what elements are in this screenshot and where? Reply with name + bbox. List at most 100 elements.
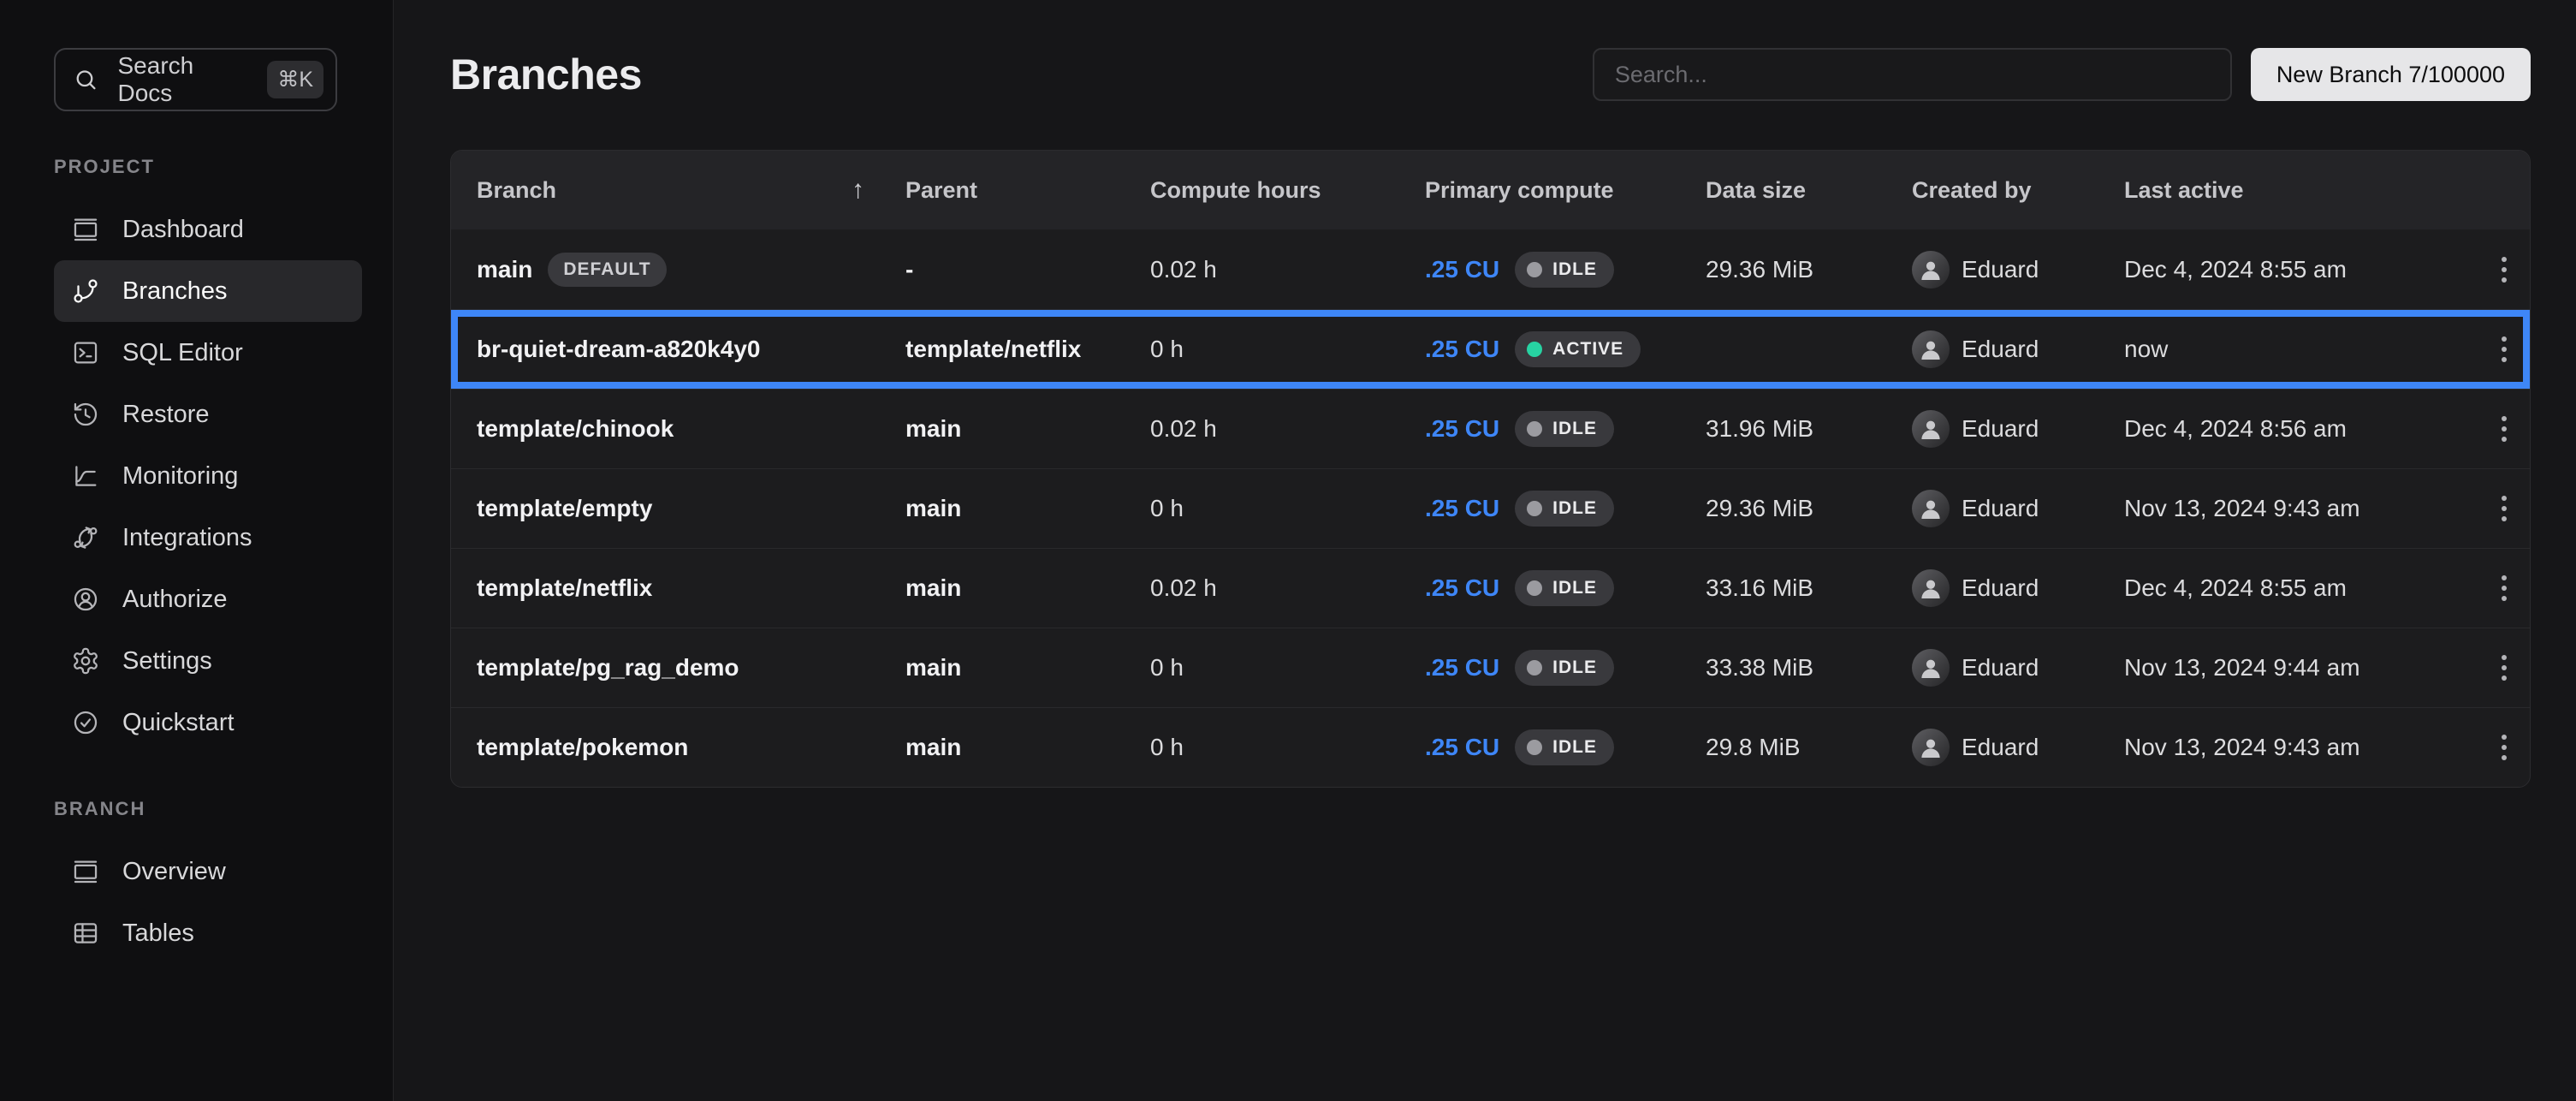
parent-branch: main [905, 654, 961, 681]
branch-name: template/empty [477, 495, 652, 522]
row-menu-button[interactable] [2484, 647, 2525, 688]
row-menu-button[interactable] [2484, 408, 2525, 449]
monitoring-icon [71, 461, 100, 491]
compute-hours: 0 h [1150, 734, 1425, 761]
column-header-created-by[interactable]: Created by [1912, 177, 2124, 204]
compute-units-link[interactable]: .25 CU [1425, 734, 1499, 761]
table-header-row: Branch ↑ Parent Compute hours Primary co… [451, 151, 2530, 229]
avatar [1912, 251, 1950, 289]
compute-units-link[interactable]: .25 CU [1425, 336, 1499, 363]
overview-icon [71, 857, 100, 886]
table-row[interactable]: template/chinook main 0.02 h .25 CU IDLE… [451, 389, 2530, 468]
table-row[interactable]: template/pg_rag_demo main 0 h .25 CU IDL… [451, 628, 2530, 707]
table-row[interactable]: template/empty main 0 h .25 CU IDLE 29.3… [451, 468, 2530, 548]
last-active: Nov 13, 2024 9:43 am [2124, 495, 2477, 522]
last-active: Dec 4, 2024 8:55 am [2124, 256, 2477, 283]
compute-hours: 0 h [1150, 654, 1425, 681]
column-header-data-size[interactable]: Data size [1706, 177, 1912, 204]
status-badge: ACTIVE [1515, 331, 1641, 367]
dashboard-icon [71, 215, 100, 244]
avatar [1912, 330, 1950, 368]
status-label: IDLE [1552, 498, 1597, 519]
search-docs-button[interactable]: Search Docs ⌘K [54, 48, 337, 111]
column-header-last-active[interactable]: Last active [2124, 177, 2477, 204]
table-row[interactable]: template/netflix main 0.02 h .25 CU IDLE… [451, 548, 2530, 628]
sql-editor-icon [71, 338, 100, 367]
sidebar-item-settings[interactable]: Settings [54, 630, 362, 692]
row-menu-button[interactable] [2484, 249, 2525, 290]
status-label: IDLE [1552, 259, 1597, 280]
page-title: Branches [450, 50, 642, 99]
branch-nav: Overview Tables [54, 841, 362, 964]
sidebar-item-monitoring[interactable]: Monitoring [54, 445, 362, 507]
sort-ascending-icon[interactable]: ↑ [852, 176, 864, 205]
table-row[interactable]: br-quiet-dream-a820k4y0 template/netflix… [451, 309, 2530, 389]
new-branch-button[interactable]: New Branch 7/100000 [2251, 48, 2531, 101]
compute-hours: 0 h [1150, 336, 1425, 363]
avatar [1912, 729, 1950, 766]
row-menu-button[interactable] [2484, 329, 2525, 370]
sidebar-item-restore[interactable]: Restore [54, 384, 362, 445]
row-menu-button[interactable] [2484, 488, 2525, 529]
table-row[interactable]: main DEFAULT - 0.02 h .25 CU IDLE 29.36 … [451, 229, 2530, 309]
status-dot [1527, 580, 1542, 596]
last-active: Nov 13, 2024 9:43 am [2124, 734, 2477, 761]
status-label: IDLE [1552, 737, 1597, 758]
sidebar-item-integrations[interactable]: Integrations [54, 507, 362, 568]
sidebar-item-overview[interactable]: Overview [54, 841, 362, 902]
compute-hours: 0.02 h [1150, 415, 1425, 443]
sidebar-item-authorize[interactable]: Authorize [54, 568, 362, 630]
sidebar-item-sql-editor[interactable]: SQL Editor [54, 322, 362, 384]
status-label: IDLE [1552, 419, 1597, 439]
restore-icon [71, 400, 100, 429]
column-header-primary-compute[interactable]: Primary compute [1425, 177, 1706, 204]
kebab-icon [2502, 496, 2507, 501]
created-by: Eduard [1962, 256, 2039, 283]
status-dot [1527, 342, 1542, 357]
parent-branch: template/netflix [905, 336, 1081, 363]
compute-units-link[interactable]: .25 CU [1425, 495, 1499, 522]
branch-name: template/chinook [477, 415, 674, 443]
created-by: Eduard [1962, 654, 2039, 681]
main-content: Branches New Branch 7/100000 Branch ↑ Pa… [394, 0, 2576, 1101]
search-icon [73, 66, 99, 93]
column-header-parent[interactable]: Parent [905, 177, 1150, 204]
avatar [1912, 569, 1950, 607]
kebab-icon [2502, 655, 2507, 660]
status-badge: IDLE [1515, 252, 1614, 288]
compute-units-link[interactable]: .25 CU [1425, 415, 1499, 443]
column-header-branch[interactable]: Branch ↑ [451, 176, 905, 205]
integrations-icon [71, 523, 100, 552]
sidebar-item-branches[interactable]: Branches [54, 260, 362, 322]
compute-units-link[interactable]: .25 CU [1425, 574, 1499, 602]
status-dot [1527, 501, 1542, 516]
tables-icon [71, 919, 100, 948]
compute-units-link[interactable]: .25 CU [1425, 654, 1499, 681]
status-label: IDLE [1552, 658, 1597, 678]
last-active: now [2124, 336, 2477, 363]
quickstart-icon [71, 708, 100, 737]
authorize-icon [71, 585, 100, 614]
compute-units-link[interactable]: .25 CU [1425, 256, 1499, 283]
status-badge: IDLE [1515, 650, 1614, 686]
table-row[interactable]: template/pokemon main 0 h .25 CU IDLE 29… [451, 707, 2530, 787]
project-section-label: PROJECT [54, 156, 393, 178]
row-menu-button[interactable] [2484, 727, 2525, 768]
compute-hours: 0.02 h [1150, 256, 1425, 283]
settings-icon [71, 646, 100, 675]
sidebar-item-quickstart[interactable]: Quickstart [54, 692, 362, 753]
parent-branch: main [905, 734, 961, 761]
sidebar-item-dashboard[interactable]: Dashboard [54, 199, 362, 260]
created-by: Eduard [1962, 336, 2039, 363]
status-dot [1527, 421, 1542, 437]
branch-search-input[interactable] [1593, 48, 2232, 101]
kebab-icon [2502, 416, 2507, 421]
branch-section-label: BRANCH [54, 798, 393, 820]
status-dot [1527, 740, 1542, 755]
row-menu-button[interactable] [2484, 568, 2525, 609]
column-header-compute-hours[interactable]: Compute hours [1150, 177, 1425, 204]
status-badge: IDLE [1515, 491, 1614, 527]
branches-table: Branch ↑ Parent Compute hours Primary co… [450, 150, 2531, 788]
sidebar-item-tables[interactable]: Tables [54, 902, 362, 964]
created-by: Eduard [1962, 734, 2039, 761]
